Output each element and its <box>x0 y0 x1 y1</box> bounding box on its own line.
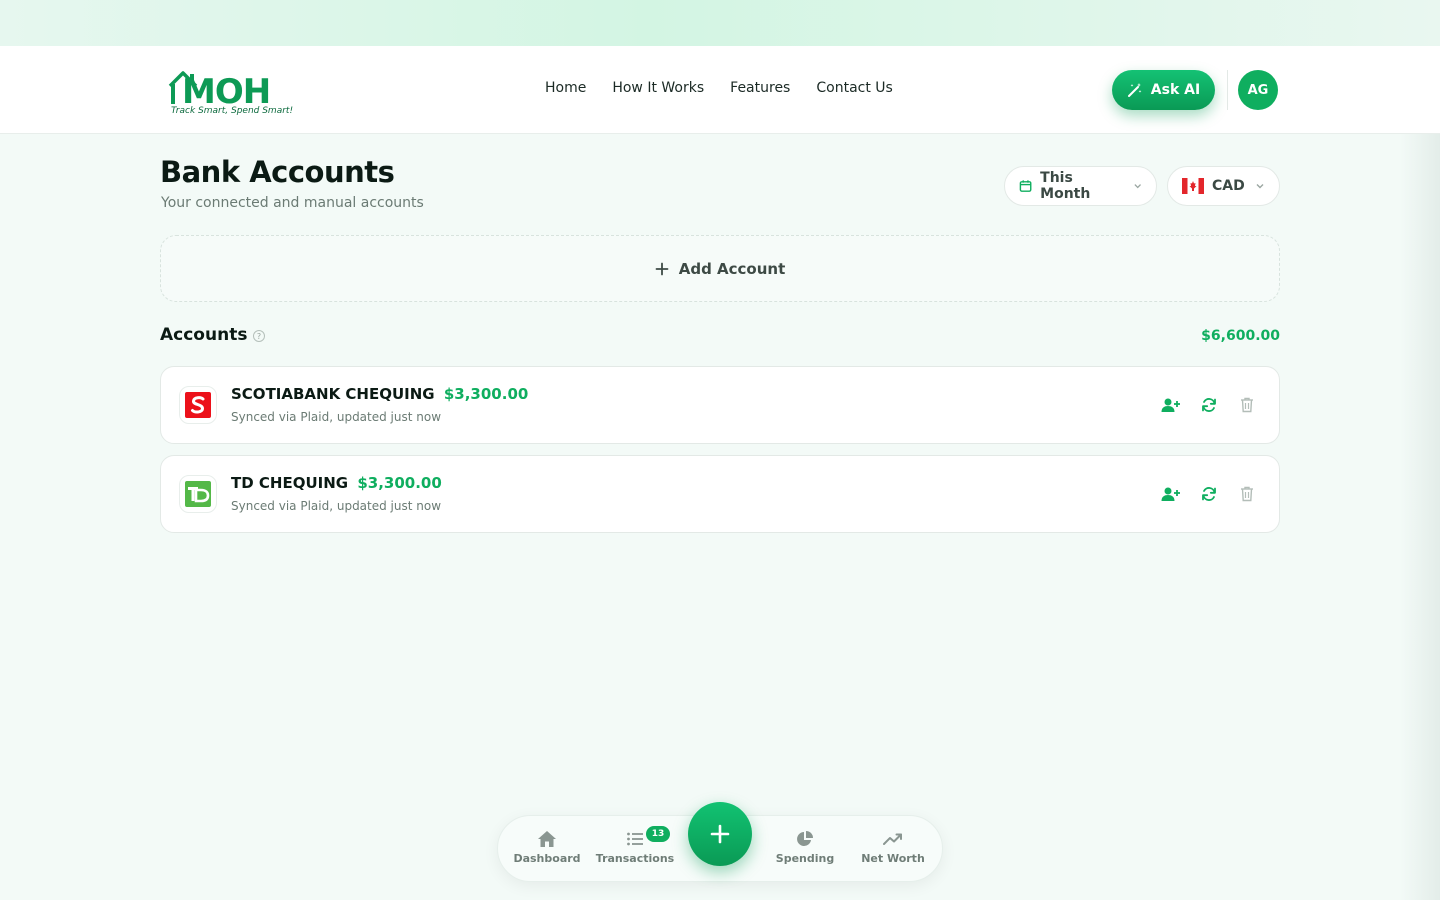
refresh-icon <box>1202 398 1216 412</box>
magic-wand-icon <box>1127 83 1142 97</box>
period-value: This Month <box>1040 170 1091 202</box>
account-actions <box>1161 395 1257 415</box>
help-icon[interactable]: ? <box>253 330 265 342</box>
add-account-button[interactable]: Add Account <box>160 235 1280 302</box>
account-balance: $3,300.00 <box>443 385 529 403</box>
main-nav: Home How It Works Features Contact Us <box>545 80 893 96</box>
brand-logo[interactable]: MOH Track Smart, Spend Smart! <box>168 68 293 118</box>
header-divider <box>1227 70 1228 110</box>
pie-chart-icon <box>797 831 813 846</box>
nav-how-it-works[interactable]: How It Works <box>612 80 704 96</box>
accounts-total: $6,600.00 <box>1201 328 1280 344</box>
add-transaction-button[interactable] <box>688 802 752 866</box>
account-title: SCOTIABANK CHEQUING <box>231 385 435 403</box>
spending-label: Spending <box>775 852 835 865</box>
net-worth-label: Net Worth <box>861 852 925 865</box>
trash-icon <box>1241 397 1253 413</box>
list-icon <box>627 832 643 846</box>
account-name: SCOTIABANK CHEQUING $3,300.00 <box>231 385 528 403</box>
transactions-badge: 13 <box>646 826 670 842</box>
brand-tagline: Track Smart, Spend Smart! <box>171 106 294 116</box>
account-sync-status: Synced via Plaid, updated just now <box>231 499 442 513</box>
account-card[interactable]: TD CHEQUING $3,300.00 Synced via Plaid, … <box>160 455 1280 533</box>
user-avatar[interactable]: AG <box>1238 70 1278 110</box>
td-logo-icon <box>179 475 217 513</box>
user-plus-icon <box>1161 398 1180 412</box>
sync-account-button[interactable] <box>1199 484 1219 504</box>
account-name: TD CHEQUING $3,300.00 <box>231 474 442 492</box>
add-account-label: Add Account <box>678 259 786 278</box>
account-actions <box>1161 484 1257 504</box>
calendar-icon <box>1019 180 1032 192</box>
chevron-down-icon <box>1134 184 1141 189</box>
site-header: MOH Track Smart, Spend Smart! Home How I… <box>0 46 1440 134</box>
sync-account-button[interactable] <box>1199 395 1219 415</box>
nav-contact-us[interactable]: Contact Us <box>816 80 892 96</box>
page-subtitle: Your connected and manual accounts <box>161 195 424 211</box>
currency-value: CAD <box>1212 178 1245 194</box>
share-account-button[interactable] <box>1161 484 1181 504</box>
period-selector[interactable]: This Month <box>1004 166 1157 206</box>
nav-home[interactable]: Home <box>545 80 586 96</box>
transactions-label: Transactions <box>595 852 675 865</box>
top-banner <box>0 0 1440 46</box>
trending-up-icon <box>883 833 902 845</box>
nav-features[interactable]: Features <box>730 80 790 96</box>
home-icon <box>538 831 556 847</box>
bottom-nav-spending[interactable]: Spending <box>760 830 850 865</box>
dashboard-label: Dashboard <box>513 852 581 865</box>
chevron-down-icon <box>1256 184 1264 189</box>
plus-icon <box>710 824 730 844</box>
currency-selector[interactable]: CAD <box>1167 166 1280 206</box>
accounts-title: Accounts <box>160 325 248 345</box>
account-balance: $3,300.00 <box>357 474 442 492</box>
scotiabank-logo-icon <box>179 386 217 424</box>
share-account-button[interactable] <box>1161 395 1181 415</box>
ask-ai-button[interactable]: Ask AI <box>1112 70 1215 110</box>
refresh-icon <box>1202 487 1216 501</box>
bottom-nav-dashboard[interactable]: Dashboard <box>502 830 592 865</box>
ask-ai-label: Ask AI <box>1150 82 1201 98</box>
plus-icon <box>655 262 669 275</box>
user-plus-icon <box>1161 487 1180 501</box>
account-sync-status: Synced via Plaid, updated just now <box>231 410 442 424</box>
accounts-header: Accounts ? $6,600.00 <box>160 325 1280 347</box>
account-card[interactable]: SCOTIABANK CHEQUING $3,300.00 Synced via… <box>160 366 1280 444</box>
account-title: TD CHEQUING <box>231 474 349 492</box>
right-shade <box>1400 46 1440 900</box>
delete-account-button[interactable] <box>1237 484 1257 504</box>
canada-flag-icon <box>1182 178 1204 194</box>
bottom-nav-net-worth[interactable]: Net Worth <box>848 830 938 865</box>
delete-account-button[interactable] <box>1237 395 1257 415</box>
trash-icon <box>1241 486 1253 502</box>
page-title: Bank Accounts <box>160 155 395 189</box>
